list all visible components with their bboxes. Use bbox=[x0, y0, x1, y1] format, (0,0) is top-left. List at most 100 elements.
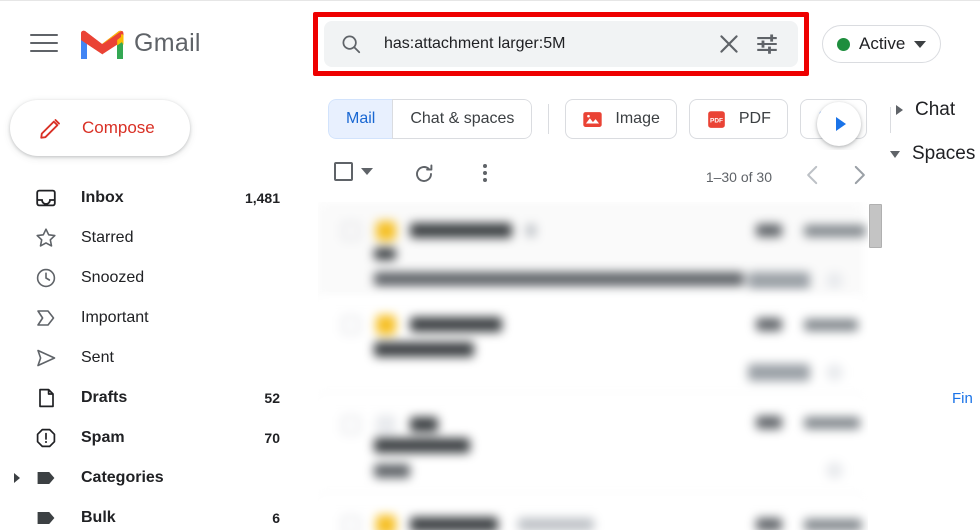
find-a-space-link[interactable]: Fin bbox=[952, 390, 973, 407]
inbox-icon bbox=[34, 186, 58, 210]
chevron-right-icon[interactable] bbox=[896, 105, 903, 115]
filter-chip-pdf-label: PDF bbox=[738, 110, 771, 127]
draft-file-icon bbox=[34, 386, 58, 410]
table-row[interactable] bbox=[318, 496, 863, 530]
star-icon[interactable] bbox=[376, 515, 396, 530]
download-icon[interactable] bbox=[826, 364, 843, 381]
gmail-app-window: Gmail has:attachment larger:5M Active Co… bbox=[0, 0, 980, 530]
table-row[interactable] bbox=[318, 396, 863, 496]
sidebar-item-drafts[interactable]: Drafts 52 bbox=[0, 378, 312, 418]
right-panel-chat-label: Chat bbox=[915, 99, 956, 120]
table-row[interactable] bbox=[318, 202, 866, 296]
sidebar-item-sent[interactable]: Sent bbox=[0, 338, 312, 378]
sidebar-item-label: Bulk bbox=[81, 509, 116, 526]
close-x-icon[interactable] bbox=[716, 31, 742, 57]
sidebar-item-important[interactable]: Important bbox=[0, 298, 312, 338]
spam-exclamation-icon bbox=[34, 426, 58, 450]
select-all-checkbox[interactable] bbox=[334, 162, 373, 181]
email-list bbox=[318, 202, 878, 530]
tab-chat-and-spaces[interactable]: Chat & spaces bbox=[392, 99, 533, 139]
sidebar-item-label: Drafts bbox=[81, 389, 128, 406]
pagination-next-button[interactable] bbox=[846, 162, 872, 188]
chevron-right-icon[interactable] bbox=[817, 102, 861, 146]
mail-list-toolbar: 1–30 of 30 bbox=[312, 150, 890, 202]
right-side-panel: Chat Spaces Fin bbox=[890, 88, 980, 530]
attachment-icon bbox=[756, 318, 782, 331]
download-icon[interactable] bbox=[826, 462, 843, 479]
email-date bbox=[804, 519, 862, 530]
email-date bbox=[804, 319, 858, 331]
right-panel-section-spaces[interactable]: Spaces bbox=[890, 143, 975, 165]
sidebar-item-spam[interactable]: Spam 70 bbox=[0, 418, 312, 458]
send-paper-plane-icon bbox=[34, 346, 58, 370]
status-dot-icon bbox=[837, 37, 850, 51]
search-bar[interactable] bbox=[324, 21, 798, 67]
sidebar-item-snoozed[interactable]: Snoozed bbox=[0, 258, 312, 298]
clock-icon bbox=[34, 266, 58, 290]
checkbox-square-icon bbox=[334, 162, 353, 181]
pdf-file-icon: PDF bbox=[706, 109, 727, 130]
label-tag-icon bbox=[34, 466, 58, 490]
attachment-icon bbox=[756, 224, 782, 237]
star-icon[interactable] bbox=[376, 315, 396, 335]
search-options-sliders-icon[interactable] bbox=[754, 31, 780, 57]
email-snippet bbox=[374, 272, 744, 286]
label-tag-icon bbox=[34, 506, 58, 530]
email-sender bbox=[410, 417, 438, 432]
row-checkbox[interactable] bbox=[342, 316, 360, 334]
table-row[interactable] bbox=[318, 296, 863, 396]
sidebar-item-label: Important bbox=[81, 309, 149, 326]
row-checkbox[interactable] bbox=[342, 416, 360, 434]
tab-mail-label: Mail bbox=[346, 110, 376, 127]
email-sender bbox=[410, 223, 512, 238]
sidebar-item-categories[interactable]: Categories bbox=[0, 458, 312, 498]
sidebar-nav-list: Inbox 1,481 Starred Snoozed Important Se… bbox=[0, 178, 312, 530]
sidebar-item-bulk[interactable]: Bulk 6 bbox=[0, 498, 312, 530]
chevron-down-icon[interactable] bbox=[890, 150, 900, 158]
compose-button[interactable]: Compose bbox=[10, 100, 190, 156]
status-badge: Active bbox=[859, 34, 906, 53]
main-content: Mail Chat & spaces Image PDF PDF 1–30 of… bbox=[312, 88, 890, 530]
email-subject bbox=[374, 438, 470, 453]
sidebar-item-inbox[interactable]: Inbox 1,481 bbox=[0, 178, 312, 218]
attachment-pill[interactable] bbox=[748, 364, 810, 381]
pagination-range: 1–30 of 30 bbox=[705, 169, 772, 185]
star-icon[interactable] bbox=[376, 415, 396, 435]
attachment-icon bbox=[756, 416, 782, 429]
filter-chip-pdf[interactable]: PDF PDF bbox=[688, 99, 788, 139]
attachment-icon bbox=[756, 518, 782, 530]
star-icon[interactable] bbox=[376, 221, 396, 241]
right-panel-section-chat[interactable]: Chat bbox=[890, 99, 956, 133]
status-active-button[interactable]: Active bbox=[822, 25, 942, 63]
email-date bbox=[804, 225, 866, 237]
pagination-previous-button[interactable] bbox=[800, 162, 826, 188]
filter-chip-image[interactable]: Image bbox=[565, 99, 677, 139]
scrollbar-thumb[interactable] bbox=[869, 204, 882, 248]
gmail-brand-label: Gmail bbox=[134, 29, 201, 57]
tab-mail[interactable]: Mail bbox=[328, 99, 393, 139]
sidebar-item-count: 1,481 bbox=[244, 190, 280, 206]
hamburger-menu-icon[interactable] bbox=[30, 31, 58, 55]
top-bar: Gmail has:attachment larger:5M Active bbox=[0, 0, 980, 88]
more-vertical-dots-icon[interactable] bbox=[472, 160, 498, 186]
filter-chip-image-label: Image bbox=[615, 110, 660, 127]
email-list-scrollbar[interactable] bbox=[868, 204, 883, 530]
search-input[interactable] bbox=[382, 34, 716, 54]
row-checkbox[interactable] bbox=[342, 222, 360, 240]
search-icon bbox=[340, 33, 362, 55]
search-filter-chip-row: Mail Chat & spaces Image PDF PDF bbox=[312, 88, 890, 150]
email-subject bbox=[374, 248, 396, 260]
image-thumbnail-icon bbox=[582, 109, 603, 130]
email-label-tag bbox=[518, 518, 594, 530]
sidebar-item-label: Categories bbox=[81, 469, 164, 486]
right-panel-spaces-label: Spaces bbox=[912, 143, 976, 164]
download-icon[interactable] bbox=[826, 272, 843, 289]
attachment-pill[interactable] bbox=[748, 272, 810, 289]
divider bbox=[890, 107, 891, 133]
sidebar-item-count: 52 bbox=[264, 390, 280, 406]
row-checkbox[interactable] bbox=[342, 516, 360, 530]
sidebar-item-starred[interactable]: Starred bbox=[0, 218, 312, 258]
refresh-button[interactable] bbox=[412, 162, 436, 186]
sidebar-item-count: 70 bbox=[264, 430, 280, 446]
expand-categories-icon[interactable] bbox=[14, 473, 32, 483]
